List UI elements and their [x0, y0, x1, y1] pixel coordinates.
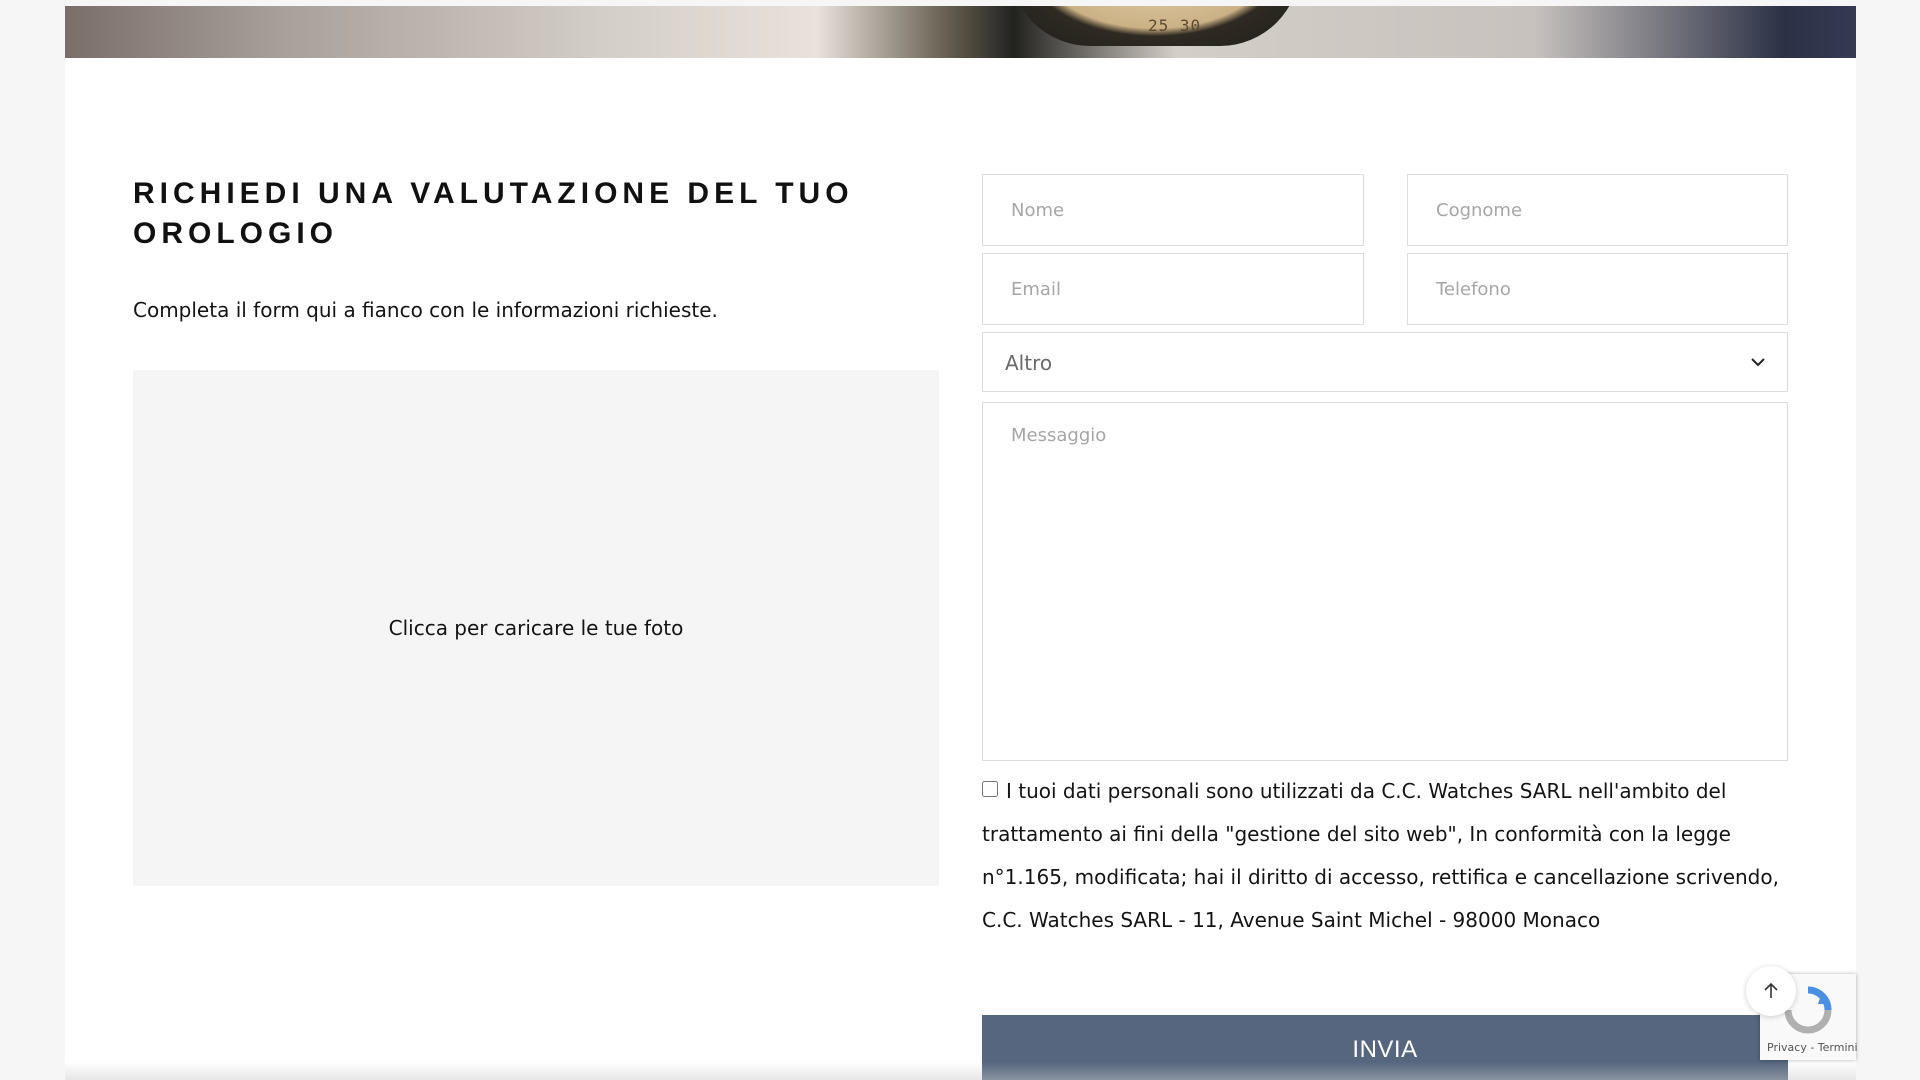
section-intro: Completa il form qui a fianco con le inf…	[133, 298, 718, 322]
telefono-input[interactable]	[1407, 253, 1788, 325]
chevron-down-icon	[1751, 358, 1765, 367]
subject-select[interactable]: Altro	[982, 332, 1788, 392]
photo-upload-area[interactable]: Clicca per caricare le tue foto	[133, 370, 939, 886]
privacy-consent-checkbox[interactable]	[982, 781, 998, 797]
subject-select-value: Altro	[1005, 351, 1053, 375]
cognome-input[interactable]	[1407, 174, 1788, 246]
page: 25 30 RICHIEDI UNA VALUTAZIONE DEL TUO O…	[0, 0, 1920, 1080]
arrow-up-icon	[1764, 982, 1778, 998]
messaggio-textarea[interactable]	[982, 402, 1788, 761]
email-input[interactable]	[982, 253, 1364, 325]
recaptcha-terms[interactable]: Privacy - Termini	[1767, 1041, 1858, 1054]
photo-upload-label: Clicca per caricare le tue foto	[388, 616, 684, 640]
privacy-consent: I tuoi dati personali sono utilizzati da…	[982, 770, 1788, 942]
submit-button[interactable]: INVIA	[982, 1015, 1788, 1080]
watch-dial-markings: 25 30	[1148, 16, 1202, 35]
hero-image: 25 30	[65, 6, 1856, 58]
nome-input[interactable]	[982, 174, 1364, 246]
back-to-top-button[interactable]	[1746, 966, 1796, 1016]
section-title: RICHIEDI UNA VALUTAZIONE DEL TUO OROLOGI…	[133, 177, 854, 250]
privacy-consent-text: I tuoi dati personali sono utilizzati da…	[982, 779, 1779, 932]
